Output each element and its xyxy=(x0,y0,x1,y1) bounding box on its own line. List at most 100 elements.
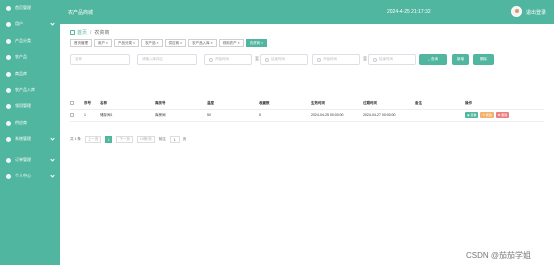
breadcrumb-home[interactable]: 首页 xyxy=(77,29,87,36)
sidebar-item-profile[interactable]: 个人中心 xyxy=(0,168,60,184)
sidebar-item-home[interactable]: 首页管理 xyxy=(0,0,60,16)
tag-stock-in[interactable]: 农产品入库 × xyxy=(188,39,217,47)
search-button[interactable]: ⌕ 查询 xyxy=(419,54,447,65)
next-page-button[interactable]: 下一页 xyxy=(116,136,133,143)
sidebar-item-products[interactable]: 农产品 xyxy=(0,49,60,65)
start-placeholder: 开始时间 xyxy=(323,57,337,61)
cell-favorites: 5 xyxy=(259,109,311,122)
table-header-row: 序号 名称 库房号 温度 收藏数 生效时间 过期时间 备注 操作 xyxy=(70,99,544,110)
page-1-button[interactable]: 1 xyxy=(105,136,113,143)
calendar-icon xyxy=(209,57,213,62)
location-input[interactable]: 请输入库存区 xyxy=(137,54,197,65)
sidebar-item-system[interactable]: 系统管理 xyxy=(0,131,60,147)
breadcrumb-separator: / xyxy=(90,29,92,36)
header-cell: 收藏数 xyxy=(259,99,311,110)
cell-temperature: 50 xyxy=(207,109,259,122)
home-icon xyxy=(6,5,11,11)
stock-in-icon xyxy=(6,87,11,93)
tag-products[interactable]: 农产品 × xyxy=(141,39,163,47)
goto-page-input[interactable]: 1 xyxy=(169,136,180,143)
cell-end-time: 2024-04-27 00:00:00 xyxy=(363,109,415,122)
tag-supplier[interactable]: 供应商 × xyxy=(164,39,187,47)
prev-page-button[interactable]: 上一页 xyxy=(84,136,102,143)
receive-icon xyxy=(6,103,11,109)
supplier-icon xyxy=(6,120,11,126)
sidebar-item-stock-in[interactable]: 农产品入库 xyxy=(0,82,60,98)
range-separator: 至 xyxy=(363,56,367,61)
header-cell: 过期时间 xyxy=(363,99,415,110)
sidebar-item-label: 用户 xyxy=(15,21,23,26)
sidebar-item-users[interactable]: 用户 xyxy=(0,16,60,32)
tag-category[interactable]: 产品分类 × xyxy=(114,39,140,47)
chevron-down-icon xyxy=(50,157,55,162)
tag-users[interactable]: 用户 × xyxy=(94,39,113,47)
name-placeholder: 名称 xyxy=(75,57,82,61)
header-cell: 温度 xyxy=(207,99,259,110)
sidebar-item-goods[interactable]: 商品库 xyxy=(0,66,60,82)
sidebar: 首页管理 用户 产品分类 农产品 商品库 农产品入库 领用管理 供应商 系统管理… xyxy=(0,0,60,265)
order-icon xyxy=(6,157,11,163)
sidebar-item-receive[interactable]: 领用管理 xyxy=(0,98,60,114)
add-label: 新增 xyxy=(457,57,464,61)
location-placeholder: 请输入库存区 xyxy=(142,57,163,61)
logout-link[interactable]: 退出登录 xyxy=(526,9,546,16)
header-cell: 生效时间 xyxy=(311,99,363,110)
end-placeholder: 结束时间 xyxy=(271,57,285,61)
breadcrumb-current: 农资商 xyxy=(94,30,110,36)
header-cell: 库房号 xyxy=(155,99,207,110)
chevron-down-icon xyxy=(50,21,55,26)
tag-current[interactable]: 农资商 × xyxy=(245,39,268,47)
search-label: 查询 xyxy=(430,57,438,61)
sidebar-item-label: 供应商 xyxy=(15,120,27,125)
calendar-icon xyxy=(317,57,321,62)
watermark: CSDN @茄茄学姐 xyxy=(466,251,532,260)
sidebar-item-orders[interactable]: 订单管理 xyxy=(0,152,60,168)
start-placeholder: 开始时间 xyxy=(215,57,229,61)
end-date-input-2[interactable]: 结束时间 xyxy=(368,54,416,65)
start-date-input-2[interactable]: 开始时间 xyxy=(312,54,360,65)
page-size-select[interactable]: 10条/页 xyxy=(136,136,155,143)
sidebar-item-label: 系统管理 xyxy=(15,136,31,141)
add-button[interactable]: 新增 xyxy=(452,54,469,65)
sidebar-item-supplier[interactable]: 供应商 xyxy=(0,115,60,131)
page-unit: 页 xyxy=(182,137,187,141)
start-date-input-1[interactable]: 开始时间 xyxy=(204,54,252,65)
goods-icon xyxy=(6,71,11,77)
table-row: 1 储存间1 库房间 50 5 2024-04-25 00:00:00 2024… xyxy=(70,109,544,122)
top-header: 农产品商城 2024-4-25 21:17:32 退出登录 xyxy=(60,0,554,24)
avatar[interactable] xyxy=(511,6,522,17)
sidebar-item-label: 产品分类 xyxy=(15,38,31,43)
edit-button[interactable]: ✎ 修改 xyxy=(480,112,494,118)
sidebar-item-label: 个人中心 xyxy=(15,173,31,178)
calendar-icon xyxy=(265,57,269,62)
view-label: 查看 xyxy=(470,113,477,117)
header-cell: 序号 xyxy=(84,99,100,110)
header-cell: 备注 xyxy=(415,99,465,110)
category-icon xyxy=(6,38,11,44)
tab-tags: 首页管理 用户 × 产品分类 × 农产品 × 供应商 × 农产品入库 × 领用农… xyxy=(70,39,268,47)
delete-row-button[interactable]: ✖ 删除 xyxy=(495,112,510,118)
sidebar-item-label: 领用管理 xyxy=(15,103,31,108)
goto-label: 前往 xyxy=(158,137,166,141)
main-content: 首页 / 农资商 首页管理 用户 × 产品分类 × 农产品 × 供应商 × 农产… xyxy=(60,24,554,265)
edit-label: 修改 xyxy=(485,113,492,117)
profile-icon xyxy=(6,173,11,179)
row-checkbox[interactable] xyxy=(70,112,74,117)
cell-index: 1 xyxy=(84,109,100,122)
tag-home[interactable]: 首页管理 xyxy=(70,39,92,47)
name-input[interactable]: 名称 xyxy=(70,54,130,65)
delete-button[interactable]: 删除 xyxy=(473,54,494,65)
sidebar-item-category[interactable]: 产品分类 xyxy=(0,33,60,49)
cell-note xyxy=(415,109,465,122)
clock-text: 2024-4-25 21:17:32 xyxy=(387,9,431,15)
end-date-input-1[interactable]: 结束时间 xyxy=(260,54,308,65)
view-button[interactable]: ◉ 查看 xyxy=(465,112,479,118)
app-title: 农产品商城 xyxy=(68,10,94,16)
row-select[interactable] xyxy=(70,109,84,122)
sidebar-item-label: 首页管理 xyxy=(15,5,31,10)
select-all-checkbox[interactable] xyxy=(70,101,74,106)
header-select[interactable] xyxy=(70,99,84,110)
user-icon xyxy=(6,21,11,27)
tag-receive[interactable]: 领用农产 × xyxy=(218,39,244,47)
sidebar-item-label: 农产品入库 xyxy=(15,87,35,92)
